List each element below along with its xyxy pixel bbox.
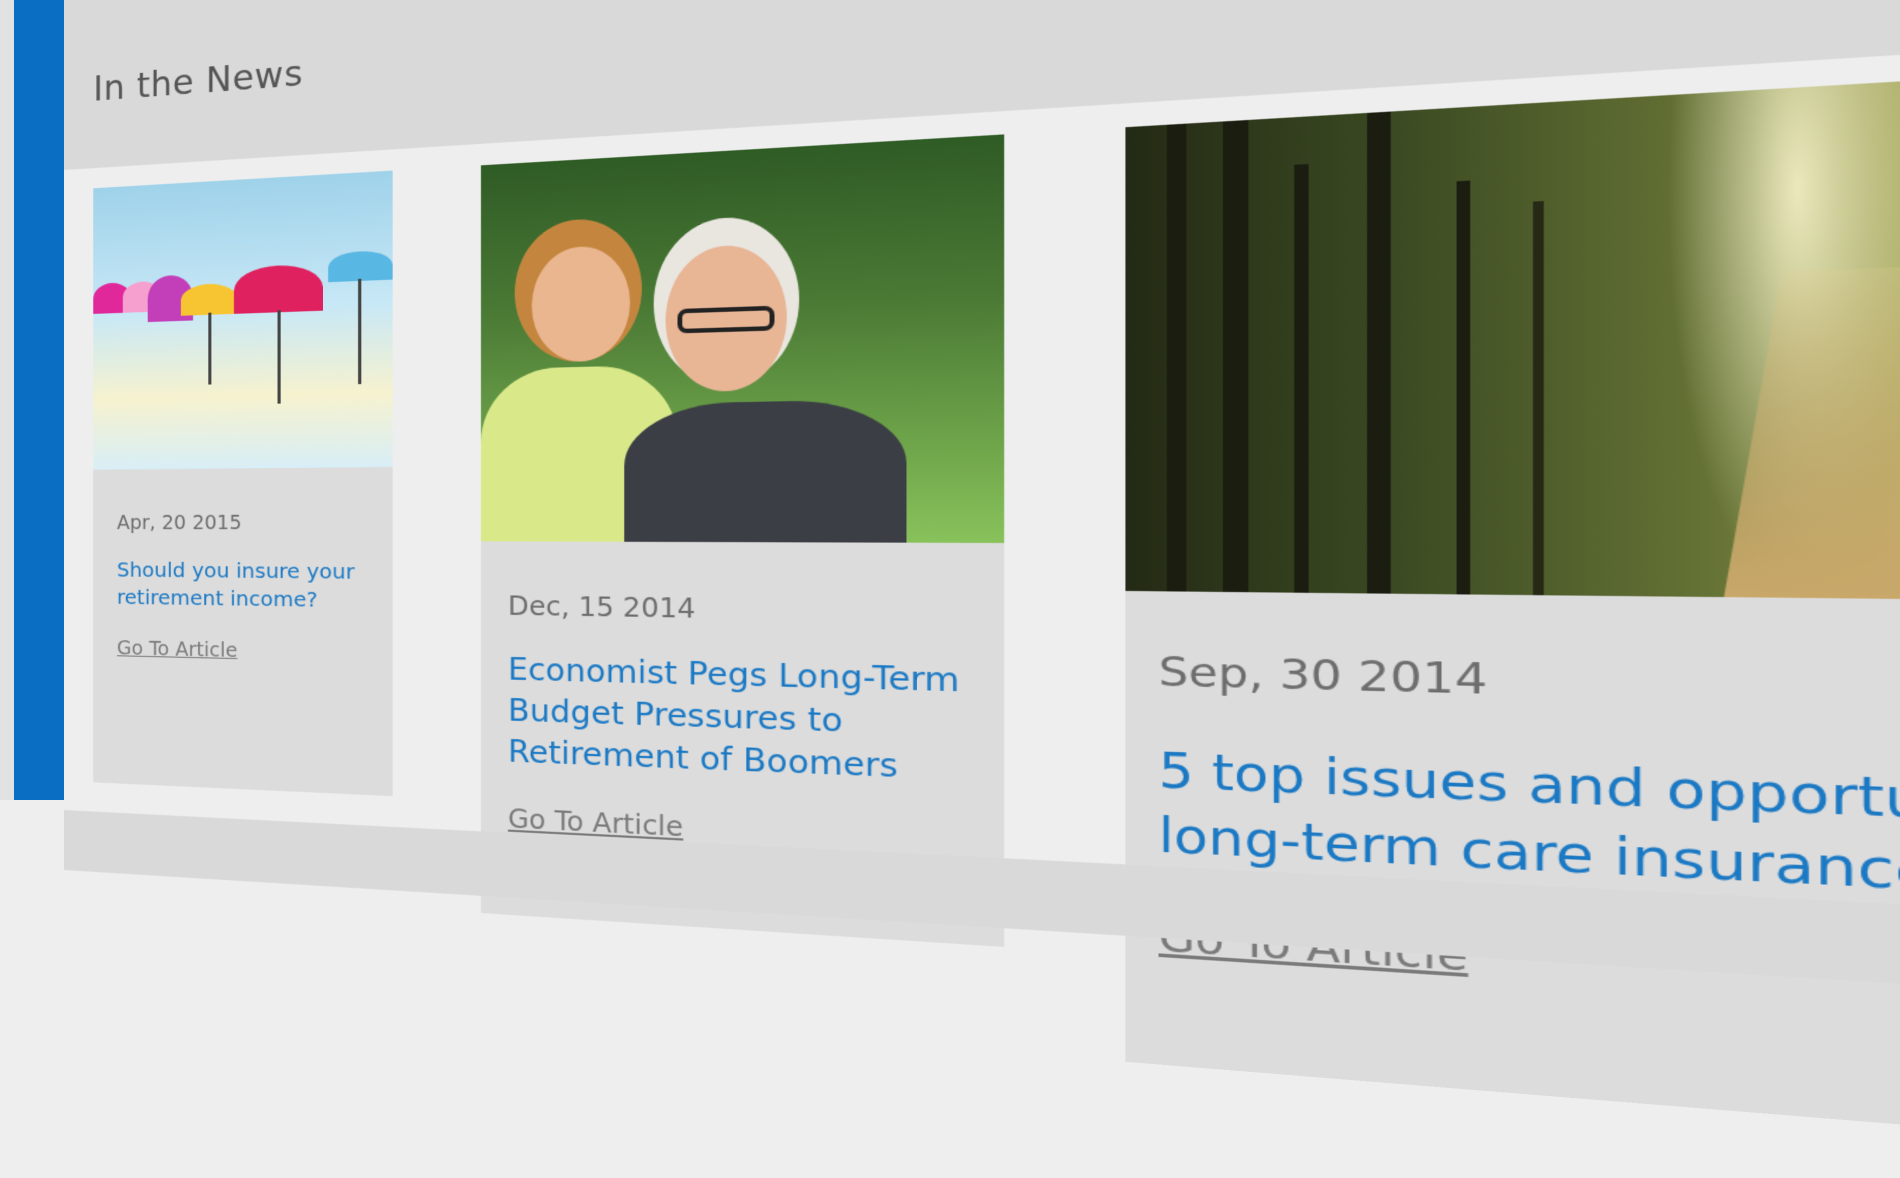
article-date: Apr, 20 2015 <box>117 511 367 534</box>
article-card: Apr, 20 2015 Should you insure your reti… <box>93 171 392 797</box>
section-title: In the News <box>93 53 303 110</box>
side-accent-bar <box>14 0 64 800</box>
couple-photo <box>481 134 1004 543</box>
article-card: Sep, 30 2014 5 top issues and opportunit… <box>1125 54 1900 1162</box>
go-to-article-link[interactable]: Go To Article <box>117 637 238 662</box>
article-headline[interactable]: Economist Pegs Long-Term Budget Pressure… <box>508 649 973 790</box>
article-meta: Apr, 20 2015 Should you insure your reti… <box>93 467 392 796</box>
umbrellas-image <box>93 171 392 470</box>
page-stage: In the News Apr, 20 2015 Should you insu… <box>64 0 1900 800</box>
article-date: Dec, 15 2014 <box>508 591 973 629</box>
forest-path-photo <box>1125 54 1900 604</box>
article-date: Sep, 30 2014 <box>1158 649 1900 727</box>
news-section: In the News Apr, 20 2015 Should you insu… <box>64 0 1900 920</box>
article-card: Dec, 15 2014 Economist Pegs Long-Term Bu… <box>481 134 1004 947</box>
window-edge <box>0 0 14 800</box>
article-headline[interactable]: Should you insure your retirement income… <box>117 556 367 614</box>
